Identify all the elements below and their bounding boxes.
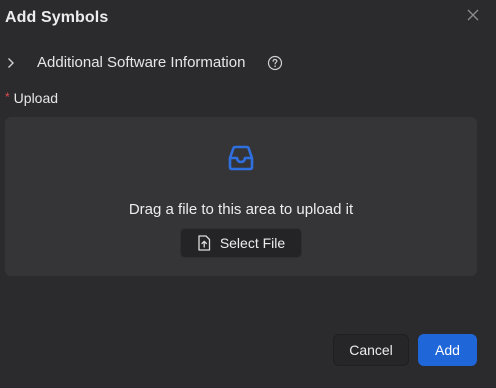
dialog-title: Add Symbols bbox=[5, 9, 109, 26]
file-upload-icon bbox=[197, 235, 211, 251]
select-file-button[interactable]: Select File bbox=[180, 228, 302, 258]
cancel-button[interactable]: Cancel bbox=[333, 334, 409, 366]
close-icon bbox=[467, 9, 479, 21]
additional-info-section[interactable]: Additional Software Information bbox=[0, 49, 496, 77]
chevron-right-icon[interactable] bbox=[5, 56, 17, 70]
required-mark: * bbox=[5, 90, 10, 104]
select-file-label[interactable]: Select File bbox=[220, 235, 285, 251]
section-label[interactable]: Additional Software Information bbox=[37, 54, 245, 71]
add-button[interactable]: Add bbox=[418, 334, 477, 366]
help-circle-icon[interactable] bbox=[267, 55, 283, 71]
upload-label: * Upload bbox=[5, 90, 58, 106]
close-button[interactable] bbox=[462, 4, 484, 26]
dropzone-hint: Drag a file to this area to upload it bbox=[128, 201, 354, 218]
inbox-icon bbox=[223, 140, 259, 176]
add-symbols-dialog: Add Symbols Additional Software Informat… bbox=[0, 0, 496, 388]
upload-label-text: Upload bbox=[13, 90, 59, 106]
upload-dropzone[interactable]: Drag a file to this area to upload it Se… bbox=[5, 117, 477, 276]
